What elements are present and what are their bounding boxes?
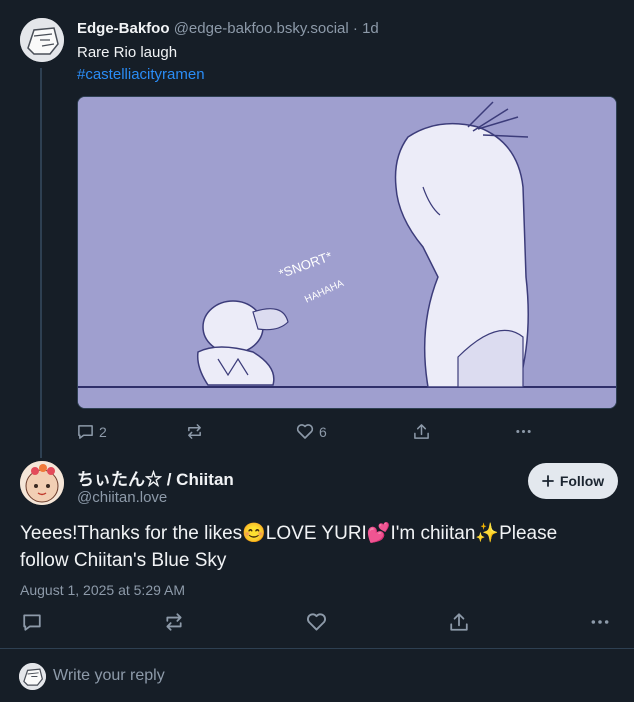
reply-icon xyxy=(78,425,93,439)
reply-post-date: August 1, 2025 at 5:29 AM xyxy=(20,582,186,598)
follow-button[interactable]: Follow xyxy=(528,463,618,499)
reply-post-text: Yeees!Thanks for the likes😊LOVE YURI💕I'm… xyxy=(20,523,558,571)
author-name[interactable]: Edge-Bakfoo xyxy=(77,20,170,37)
repost-button[interactable] xyxy=(186,423,203,440)
more-icon xyxy=(516,429,531,434)
like-icon xyxy=(307,613,326,631)
share-button[interactable] xyxy=(413,423,430,440)
more-button-2[interactable] xyxy=(590,612,610,637)
post-time[interactable]: 1d xyxy=(362,20,379,37)
composer-divider xyxy=(0,648,634,649)
reply-author-handle[interactable]: @chiitan.love xyxy=(77,489,167,506)
post-image[interactable]: *SNORT* HAHAHA xyxy=(77,96,617,409)
like-button-2[interactable] xyxy=(306,612,327,637)
reply-author-avatar[interactable] xyxy=(20,461,64,505)
like-button[interactable]: 6 xyxy=(296,423,327,440)
more-icon xyxy=(591,620,609,624)
share-button-2[interactable] xyxy=(449,612,469,637)
author-avatar[interactable] xyxy=(20,18,64,62)
separator-dot: · xyxy=(352,20,363,37)
hashtag-link[interactable]: #castelliacityramen xyxy=(77,66,205,83)
plus-icon xyxy=(541,475,554,487)
like-count: 6 xyxy=(319,423,327,440)
follow-label: Follow xyxy=(559,473,605,489)
reply-count: 2 xyxy=(99,423,107,440)
reply-composer[interactable]: Write your reply xyxy=(53,667,165,685)
post-text: Rare Rio laugh xyxy=(77,44,178,61)
reply-icon xyxy=(23,614,41,631)
author-handle[interactable]: @edge-bakfoo.bsky.social xyxy=(174,20,349,37)
reply-button-2[interactable] xyxy=(22,612,42,637)
share-icon xyxy=(414,424,429,439)
repost-icon xyxy=(166,613,182,631)
like-icon xyxy=(296,424,314,439)
post-header: Edge-Bakfoo @edge-bakfoo.bsky.social · 1… xyxy=(77,20,379,37)
thread-line xyxy=(40,68,42,458)
repost-button-2[interactable] xyxy=(164,612,184,637)
reply-author-name[interactable]: ちぃたん☆ / Chiitan xyxy=(77,465,234,490)
more-button[interactable] xyxy=(515,423,532,440)
repost-icon xyxy=(188,424,201,439)
reply-button[interactable]: 2 xyxy=(77,423,107,440)
composer-avatar xyxy=(19,663,46,690)
share-icon xyxy=(450,613,468,631)
